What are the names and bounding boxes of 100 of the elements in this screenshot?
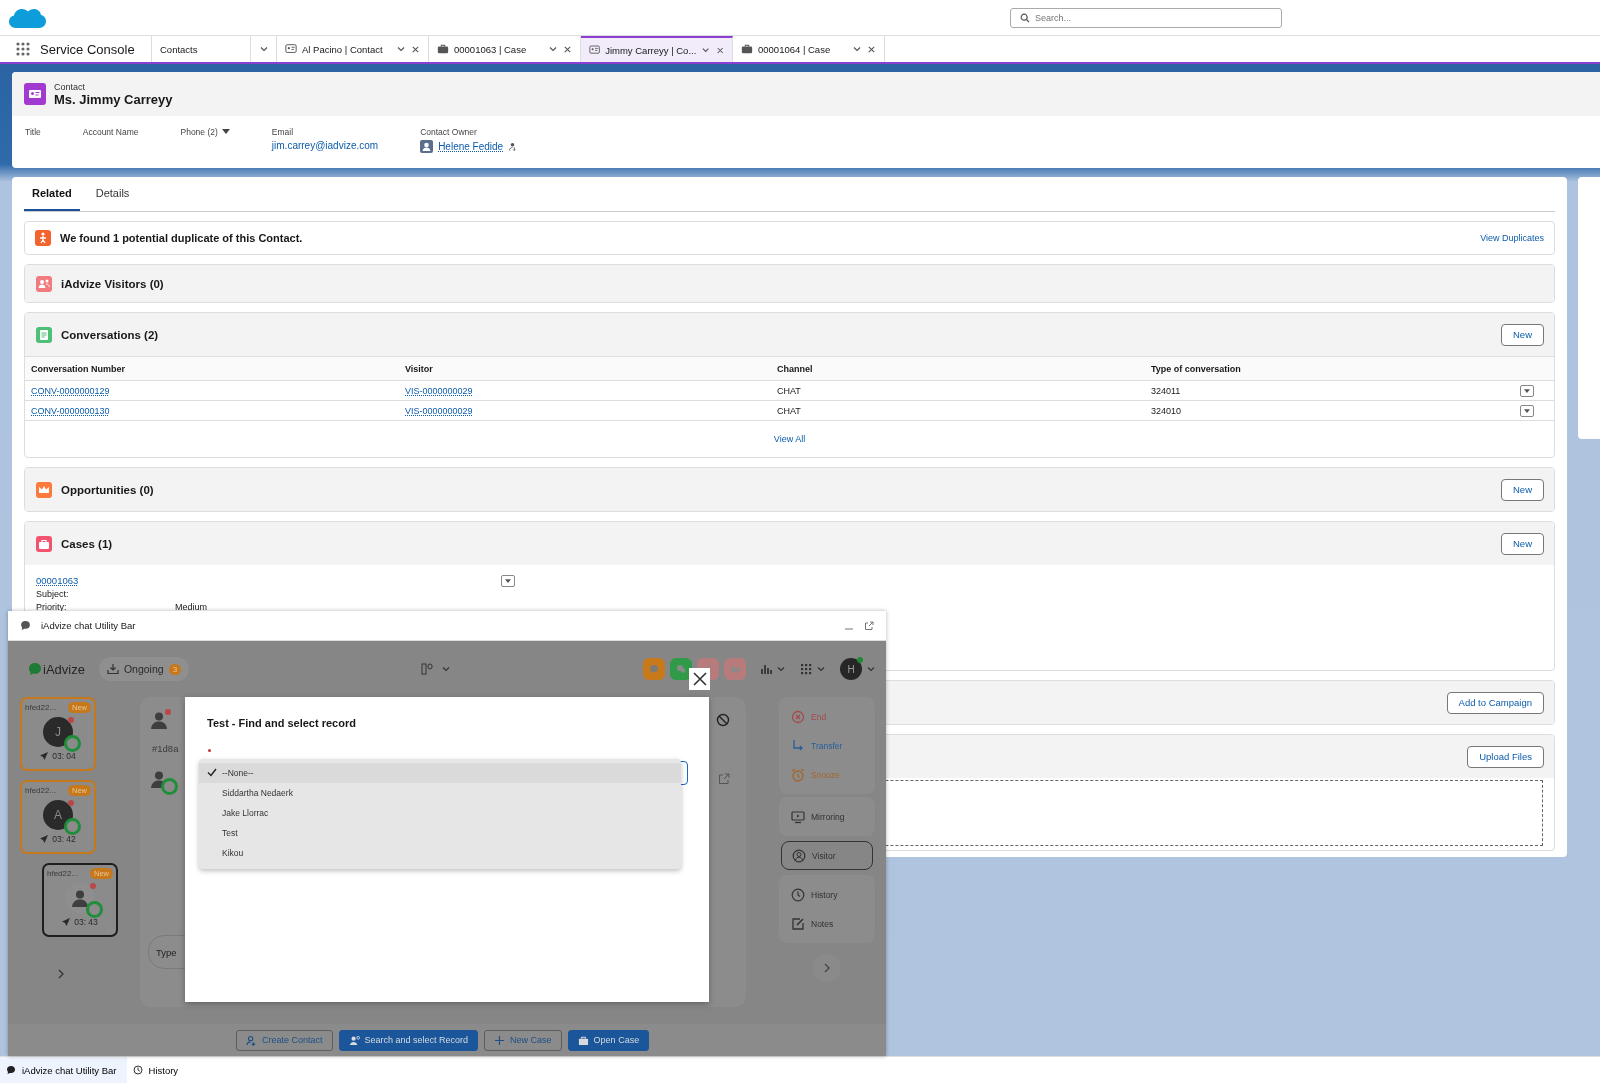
view-all-link[interactable]: View All — [773, 434, 806, 444]
count-badge: 3 — [168, 663, 182, 675]
row-action-button[interactable] — [1520, 384, 1534, 397]
console-tab[interactable]: 00001064 | Case — [733, 36, 885, 62]
case-link[interactable]: 00001063 — [36, 575, 501, 586]
change-owner-icon[interactable] — [508, 142, 518, 151]
record-link[interactable]: VIS-0000000029 — [399, 401, 771, 421]
record-tab[interactable]: Related — [24, 177, 80, 211]
chevron-right-icon — [823, 962, 831, 974]
table-cell: 324010 — [1145, 401, 1514, 421]
bar-chart-icon — [760, 663, 772, 675]
owner-avatar-icon — [420, 140, 434, 153]
check-icon — [207, 768, 217, 777]
channel-ring — [161, 778, 178, 795]
console-tab[interactable]: Jimmy Carreyy | Co... — [581, 36, 733, 62]
close-icon — [691, 671, 708, 687]
new-button[interactable]: New — [1501, 323, 1544, 346]
close-icon[interactable] — [411, 44, 420, 54]
clock-icon — [791, 887, 805, 902]
close-icon[interactable] — [563, 44, 572, 54]
chevron-down-icon — [866, 664, 876, 674]
record-link[interactable]: CONV-0000000129 — [25, 381, 399, 401]
search-record-button[interactable]: Search and select Record — [338, 1029, 479, 1051]
panel-title: iAdvize chat Utility Bar — [41, 620, 137, 631]
table-cell: CHAT — [771, 401, 1145, 421]
row-action-button[interactable] — [501, 575, 515, 587]
agent-menu-button[interactable]: H — [840, 658, 876, 680]
download-tray-icon — [106, 663, 119, 675]
close-icon[interactable] — [715, 45, 724, 55]
brand-logo: iAdvize — [28, 661, 85, 677]
view-duplicates-link[interactable]: View Duplicates — [1480, 233, 1544, 243]
chevron-down-icon — [852, 44, 862, 54]
arrow-turn-icon — [791, 738, 805, 753]
row-action-button[interactable] — [1520, 404, 1534, 417]
visitor-button[interactable]: Visitor — [781, 841, 873, 870]
add-to-campaign-button[interactable]: Add to Campaign — [1446, 691, 1544, 714]
chat-icon — [648, 663, 660, 675]
layout-menu-button[interactable] — [421, 663, 452, 675]
email-link[interactable]: jim.carrey@iadvize.com — [271, 140, 379, 151]
search-field[interactable]: Search... — [1010, 7, 1282, 28]
chevron-down-icon — [396, 44, 406, 54]
contact-record-icon — [24, 83, 46, 105]
dropdown-option[interactable]: Kikou — [199, 843, 681, 863]
channel-ring — [86, 901, 103, 918]
chevron-down-icon — [701, 45, 711, 55]
wait-time: 03: 04 — [52, 751, 76, 761]
ban-icon[interactable] — [716, 713, 730, 727]
related-list-title[interactable]: Opportunities (0) — [61, 483, 1492, 496]
visitor-name: hfed22... — [25, 786, 57, 795]
upload-files-button[interactable]: Upload Files — [1467, 745, 1544, 768]
field-label: Account Name — [82, 127, 139, 137]
app-launcher-icon[interactable] — [16, 42, 30, 56]
ongoing-tab[interactable]: Ongoing 3 — [98, 657, 190, 681]
chevron-down-icon — [258, 44, 269, 54]
dropdown-option[interactable]: Jake Llorrac — [199, 803, 681, 823]
record-link[interactable]: VIS-0000000029 — [399, 381, 771, 401]
visitor-id: #1d8a — [152, 743, 180, 754]
related-list-title[interactable]: Cases (1) — [61, 537, 1492, 550]
owner-link[interactable]: Helene Fedide — [438, 141, 504, 152]
caret-down-icon[interactable] — [221, 129, 230, 135]
wait-time: 03: 43 — [74, 917, 98, 927]
related-list-title[interactable]: Conversations (2) — [61, 328, 1492, 341]
stats-menu-button[interactable] — [760, 663, 786, 675]
record-tab[interactable]: Details — [87, 177, 138, 211]
external-link-icon[interactable] — [718, 773, 730, 785]
apps-menu-button[interactable] — [800, 663, 826, 675]
console-tab[interactable]: Al Pacino | Contact — [277, 36, 429, 62]
field-label: Email — [271, 127, 294, 137]
briefcase-icon — [741, 43, 753, 55]
close-button[interactable] — [689, 668, 710, 690]
open-case-button[interactable]: Open Case — [567, 1029, 650, 1051]
speech-bubble-icon — [28, 662, 42, 676]
notes-button[interactable]: Notes — [781, 909, 873, 938]
person-add-icon — [246, 1034, 257, 1046]
column-header: Type of conversation — [1145, 356, 1514, 381]
field-label: Contact Owner — [420, 127, 477, 137]
message-icon — [675, 663, 687, 675]
dropdown-option[interactable]: --None-- — [199, 763, 681, 783]
chevron-down-icon — [441, 664, 452, 674]
send-icon — [62, 918, 71, 926]
chevron-down-icon — [816, 664, 826, 674]
column-header: Conversation Number — [25, 356, 399, 381]
caret-down-icon — [1524, 408, 1530, 413]
close-icon[interactable] — [867, 44, 876, 54]
new-button[interactable]: New — [1501, 478, 1544, 501]
app-name: Service Console — [40, 41, 135, 57]
monitor-icon — [791, 809, 805, 824]
channel-ring — [64, 735, 81, 752]
dropdown-option[interactable]: Siddartha Nedaerk — [199, 783, 681, 803]
utility-item[interactable]: iAdvize chat Utility Bar — [0, 1057, 127, 1083]
contact-card-icon — [285, 43, 297, 55]
new-button[interactable]: New — [1501, 532, 1544, 555]
message-button[interactable] — [670, 658, 692, 680]
history-button[interactable]: History — [781, 880, 873, 909]
dropdown-option[interactable]: Test — [199, 823, 681, 843]
visitor-name: hfed22... — [47, 869, 79, 878]
record-link[interactable]: CONV-0000000130 — [25, 401, 399, 421]
field-label: Phone (2) — [180, 127, 218, 137]
popout-icon[interactable] — [864, 620, 874, 631]
agent-avatar: H — [840, 658, 862, 680]
